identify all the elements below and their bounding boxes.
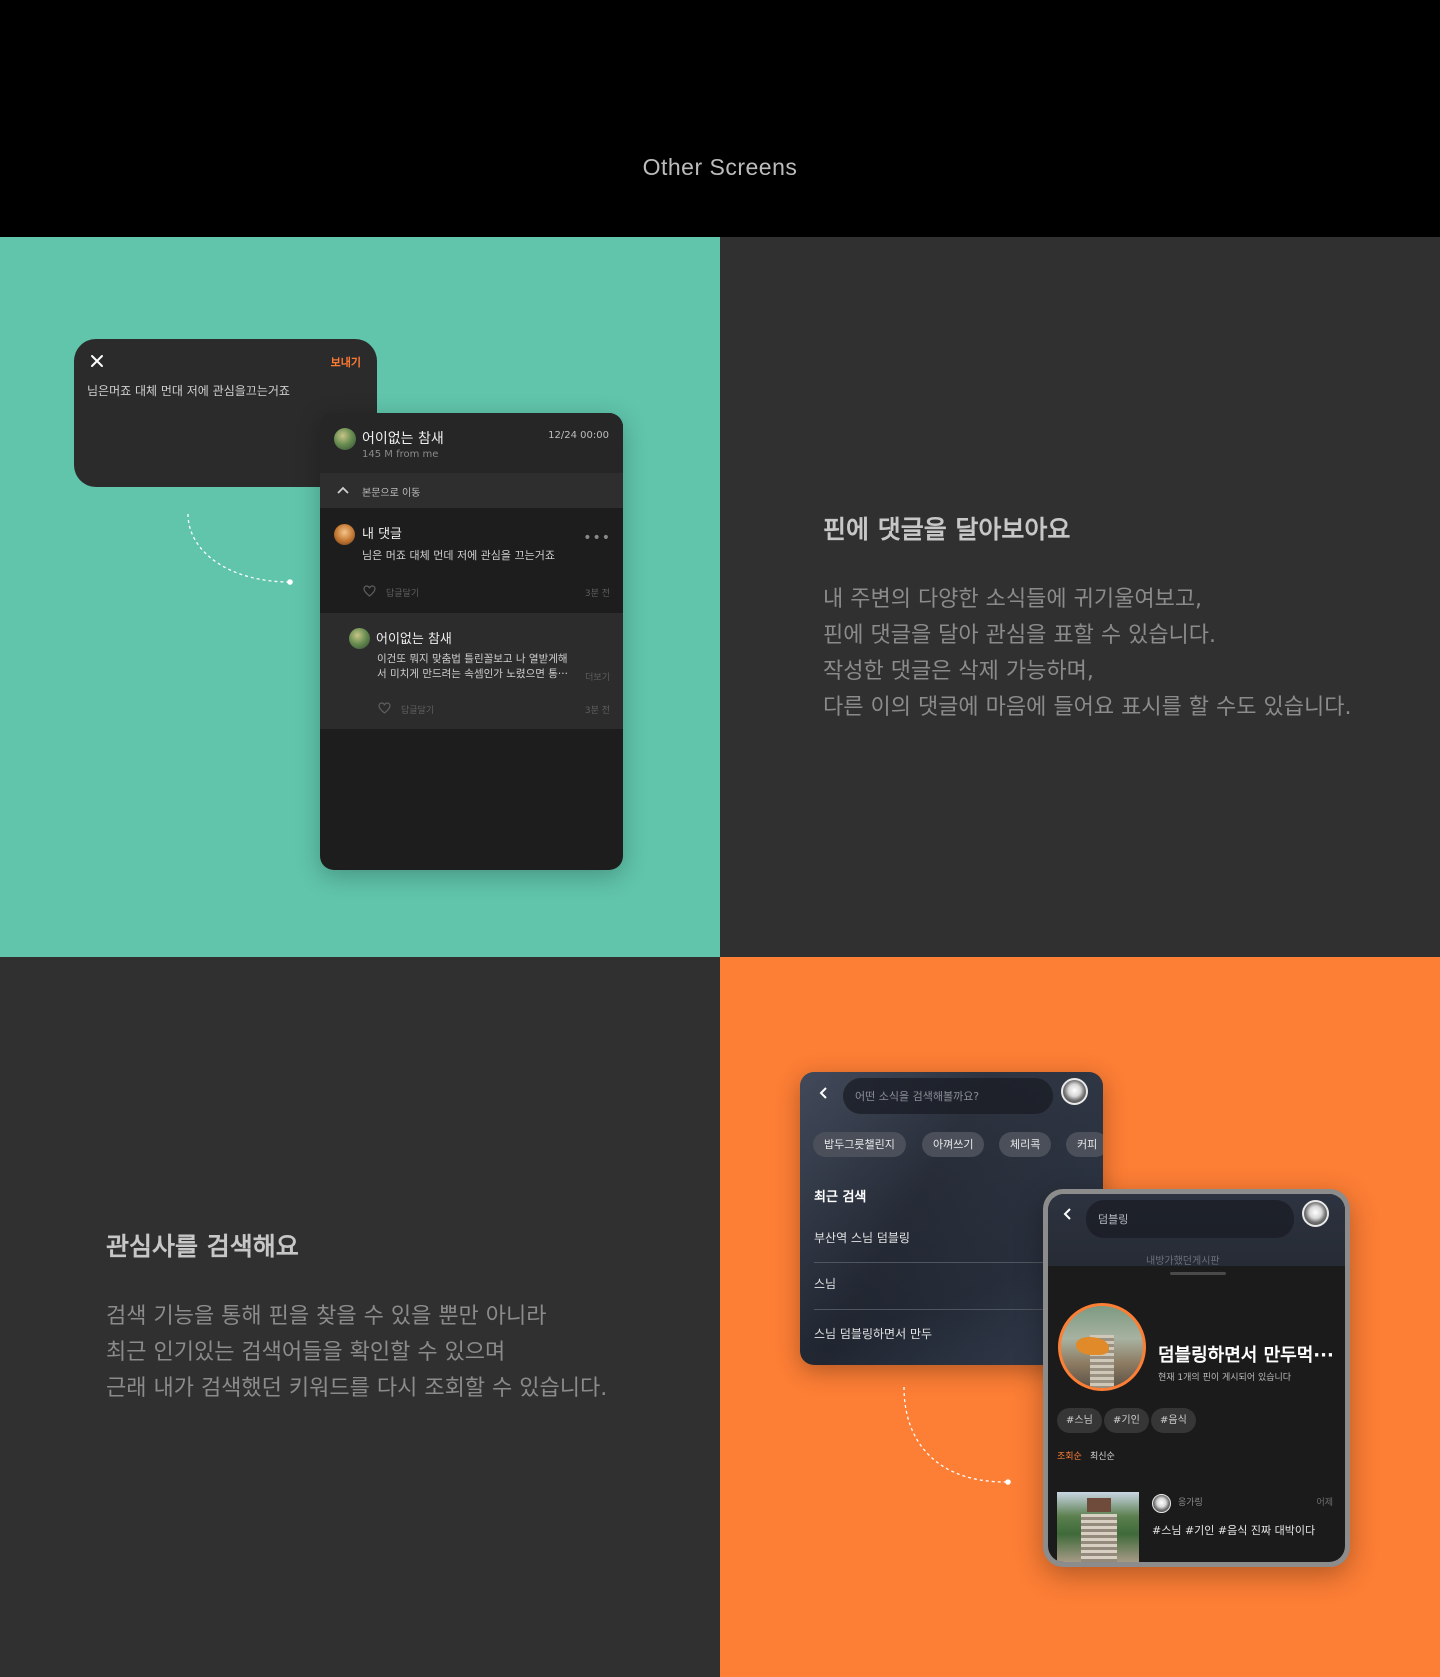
comment-author: 내 댓글 — [362, 527, 403, 542]
comment-item: 어이없는 참새 이건또 뭐지 맞춤법 틀린꼴보고 나 열받게해 서 미치게 만드… — [320, 613, 623, 729]
post-date: 어제 — [1316, 1498, 1333, 1508]
description-line: 핀에 댓글을 달아 관심을 표할 수 있습니다. — [823, 623, 1217, 648]
back-to-post-bar[interactable]: 본문으로 이동 — [320, 473, 623, 508]
description-line: 다른 이의 댓글에 마음에 들어요 표시를 할 수도 있습니다. — [823, 695, 1352, 720]
search-result-card: 덤블링 내방가했던게시판 덤블링하면서 만두먹··· 현재 1개의 핀이 게시되… — [1043, 1189, 1350, 1567]
search-feature-description: 검색 기능을 통해 핀을 찾을 수 있을 뿐만 아니라 최근 인기있는 검색어들… — [106, 1299, 607, 1407]
heart-icon[interactable] — [363, 585, 376, 597]
post-header: 어이없는 참새 145 M from me 12/24 00:00 — [320, 413, 623, 473]
heart-icon[interactable] — [378, 702, 391, 714]
comment-showcase-panel: 보내기 님은머죠 대체 먼대 저에 관심을끄는거죠 어이없는 참새 145 M … — [0, 237, 720, 957]
post-author: 어이없는 참새 — [362, 431, 444, 447]
post-text[interactable]: #스님 #기인 #음식 진짜 대박이다 — [1152, 1522, 1315, 1538]
topic-subtitle: 현재 1개의 핀이 게시되어 있습니다 — [1158, 1373, 1292, 1383]
recent-search-item[interactable]: 부산역 스님 덤블링 — [814, 1229, 910, 1246]
page-title: Other Screens — [642, 154, 798, 180]
poster-avatar[interactable] — [1152, 1494, 1171, 1513]
search-input[interactable]: 덤블링 — [1086, 1200, 1294, 1238]
comment-description-panel: 핀에 댓글을 달아보아요 내 주변의 다양한 소식들에 귀기울여보고, 핀에 댓… — [720, 237, 1440, 957]
reply-button[interactable]: 답글달기 — [401, 703, 434, 716]
comment-input-text[interactable]: 님은머죠 대체 먼대 저에 관심을끄는거죠 — [87, 382, 290, 399]
comment-thread-card: 어이없는 참새 145 M from me 12/24 00:00 본문으로 이… — [320, 413, 623, 870]
description-line: 최근 인기있는 검색어들을 확인할 수 있으며 — [106, 1340, 506, 1365]
back-arrow-icon[interactable] — [1062, 1207, 1074, 1221]
send-button[interactable]: 보내기 — [331, 354, 361, 370]
reply-button[interactable]: 답글달기 — [386, 586, 419, 599]
description-line: 내 주변의 다양한 소식들에 귀기울여보고, — [823, 587, 1203, 612]
comment-time: 3분 전 — [584, 706, 610, 716]
sort-popular-tab[interactable]: 조회순 — [1057, 1449, 1082, 1462]
post-username: 응가링 — [1178, 1498, 1203, 1508]
profile-avatar[interactable] — [1302, 1200, 1329, 1227]
more-options-icon[interactable]: ••• — [583, 530, 611, 546]
post-timestamp: 12/24 00:00 — [548, 430, 609, 441]
search-input[interactable]: 어떤 소식을 검색해볼까요? — [843, 1078, 1053, 1114]
recent-search-item[interactable]: 스님 — [814, 1275, 836, 1292]
commenter-avatar[interactable] — [334, 524, 355, 545]
connector-line — [903, 1386, 1011, 1485]
comment-feature-description: 내 주변의 다양한 소식들에 귀기울여보고, 핀에 댓글을 달아 관심을 표할 … — [823, 582, 1351, 726]
recent-search-title: 최근 검색 — [814, 1190, 867, 1205]
trending-chip[interactable]: 커피 — [1066, 1132, 1103, 1157]
comment-text: 님은 머죠 대체 먼데 저에 관심을 끄는거죠 — [362, 549, 556, 562]
trending-chip[interactable]: 체리콕 — [999, 1132, 1052, 1157]
background-text: 내방가했던게시판 — [1146, 1256, 1220, 1267]
author-avatar[interactable] — [334, 428, 356, 450]
hashtag-chip[interactable]: #스님 — [1057, 1408, 1102, 1433]
trending-chip[interactable]: 아껴쓰기 — [922, 1132, 985, 1157]
result-header: 덤블링 내방가했던게시판 — [1048, 1194, 1345, 1267]
chevron-up-icon — [337, 486, 349, 494]
close-icon[interactable] — [88, 352, 106, 370]
commenter-avatar[interactable] — [349, 628, 370, 649]
topic-title: 덤블링하면서 만두먹··· — [1158, 1345, 1334, 1366]
post-distance: 145 M from me — [362, 449, 439, 460]
description-line: 근래 내가 검색했던 키워드를 다시 조회할 수 있습니다. — [106, 1376, 608, 1401]
comment-text-line: 서 미치게 만드려는 속셈인가 노렸으면 통··· — [377, 668, 568, 680]
comment-item: 내 댓글 ••• 님은 머죠 대체 먼데 저에 관심을 끄는거죠 답글달기 3분… — [320, 508, 623, 626]
post-thumbnail[interactable] — [1057, 1492, 1139, 1562]
search-description-panel: 관심사를 검색해요 검색 기능을 통해 핀을 찾을 수 있을 뿐만 아니라 최근… — [0, 957, 720, 1677]
sheet-drag-handle[interactable] — [1170, 1272, 1226, 1275]
comment-author: 어이없는 참새 — [376, 632, 452, 647]
back-arrow-icon[interactable] — [818, 1086, 830, 1100]
comment-feature-title: 핀에 댓글을 달아보아요 — [823, 515, 1071, 544]
hashtag-chip[interactable]: #음식 — [1151, 1408, 1196, 1433]
comment-time: 3분 전 — [584, 589, 610, 599]
search-query: 덤블링 — [1098, 1213, 1129, 1226]
back-to-post-label: 본문으로 이동 — [362, 488, 421, 499]
description-line: 작성한 댓글은 삭제 가능하며, — [823, 659, 1094, 684]
hashtag-chip[interactable]: #기인 — [1104, 1408, 1149, 1433]
more-text-button[interactable]: 더보기 — [585, 670, 610, 683]
search-feature-title: 관심사를 검색해요 — [106, 1232, 299, 1261]
comment-text-line: 이건또 뭐지 맞춤법 틀린꼴보고 나 열받게해 — [377, 653, 568, 665]
page-header: Other Screens — [0, 0, 1440, 237]
search-showcase-panel: 어떤 소식을 검색해볼까요? 밥두그릇챌린지 아껴쓰기 체리콕 커피 최근 검색… — [720, 957, 1440, 1677]
recent-search-item[interactable]: 스님 덤블링하면서 만두 — [814, 1325, 932, 1342]
topic-image — [1058, 1303, 1146, 1391]
sort-recent-tab[interactable]: 최신순 — [1090, 1449, 1115, 1462]
profile-avatar[interactable] — [1061, 1078, 1088, 1105]
connector-line — [187, 513, 293, 585]
search-placeholder: 어떤 소식을 검색해볼까요? — [855, 1090, 980, 1103]
description-line: 검색 기능을 통해 핀을 찾을 수 있을 뿐만 아니라 — [106, 1304, 547, 1329]
trending-chip[interactable]: 밥두그릇챌린지 — [813, 1132, 906, 1157]
